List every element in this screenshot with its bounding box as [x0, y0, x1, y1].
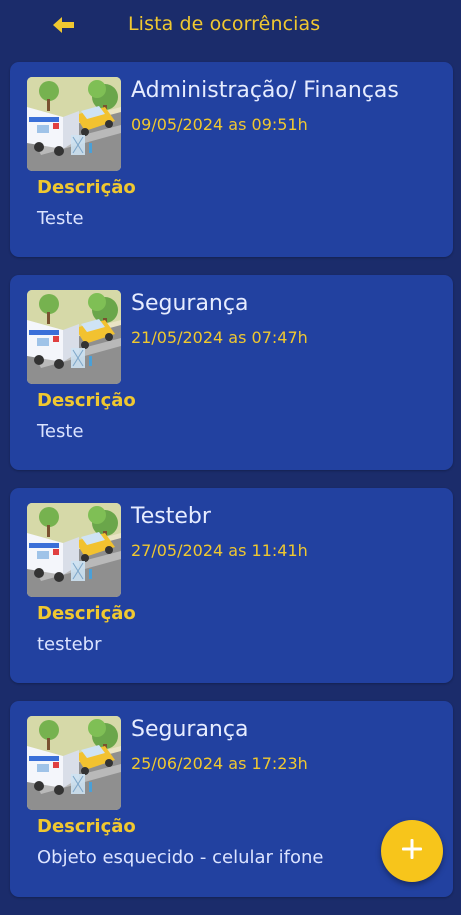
add-occurrence-button[interactable] [381, 820, 443, 882]
occurrence-title: Segurança [131, 291, 249, 316]
occurrence-date: 21/05/2024 as 07:47h [131, 328, 308, 347]
plus-icon [400, 837, 424, 865]
description-text: testebr [37, 634, 102, 655]
description-text: Objeto esquecido - celular ifone [37, 847, 324, 868]
description-text: Teste [37, 421, 84, 442]
occurrence-card[interactable]: Administração/ Finanças 09/05/2024 as 09… [10, 62, 453, 257]
occurrence-title: Segurança [131, 717, 249, 742]
arrow-left-icon [53, 16, 75, 38]
occurrence-date: 27/05/2024 as 11:41h [131, 541, 308, 560]
description-label: Descrição [37, 177, 136, 198]
app-header: Lista de ocorrências [0, 0, 461, 54]
occurrence-title: Testebr [131, 504, 211, 529]
occurrence-card[interactable]: Testebr 27/05/2024 as 11:41h Descrição t… [10, 488, 453, 683]
description-text: Teste [37, 208, 84, 229]
occurrence-thumbnail [27, 716, 121, 810]
occurrence-card[interactable]: Segurança 21/05/2024 as 07:47h Descrição… [10, 275, 453, 470]
description-label: Descrição [37, 603, 136, 624]
occurrence-date: 25/06/2024 as 17:23h [131, 754, 308, 773]
page-title: Lista de ocorrências [128, 13, 321, 35]
occurrence-thumbnail [27, 503, 121, 597]
occurrence-date: 09/05/2024 as 09:51h [131, 115, 308, 134]
back-button[interactable] [46, 11, 82, 43]
occurrence-title: Administração/ Finanças [131, 78, 399, 103]
occurrence-list: Administração/ Finanças 09/05/2024 as 09… [10, 62, 453, 915]
description-label: Descrição [37, 816, 136, 837]
description-label: Descrição [37, 390, 136, 411]
occurrence-thumbnail [27, 77, 121, 171]
occurrence-thumbnail [27, 290, 121, 384]
